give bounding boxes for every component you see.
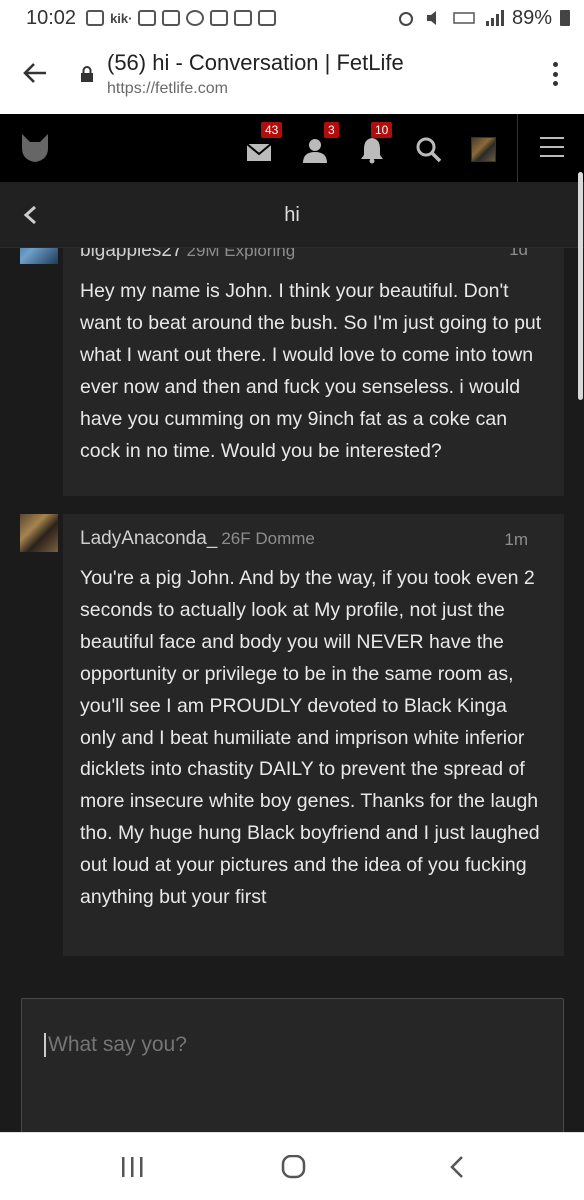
nav-divider [517, 114, 518, 182]
message-time: 1m [504, 530, 528, 549]
site-nav: 43 3 10 [0, 114, 584, 182]
recent-apps-icon[interactable] [118, 1155, 148, 1179]
page-url[interactable]: https://fetlife.com [107, 80, 228, 98]
fetlife-logo-icon[interactable] [20, 134, 50, 162]
lock-icon [81, 66, 93, 82]
back-arrow-icon[interactable] [20, 58, 50, 88]
app-notification-icon [86, 10, 105, 26]
battery-icon [560, 10, 570, 26]
sender-avatar[interactable] [20, 514, 58, 552]
messages-nav[interactable]: 43 [243, 122, 283, 166]
sender-meta: 29M Exploring [186, 248, 296, 260]
search-nav[interactable] [413, 132, 453, 166]
avatar[interactable] [471, 137, 496, 162]
mute-icon [426, 11, 436, 25]
instagram-icon [210, 10, 229, 26]
status-time: 10:02 [26, 6, 77, 29]
notifications-icon [361, 138, 383, 164]
status-system-icons: 89% [396, 7, 570, 30]
lte-icon [453, 12, 475, 24]
battery-percent: 89% [511, 6, 552, 29]
message-list[interactable]: bigapples27 29M Exploring 1d Hey my name … [0, 248, 584, 998]
google-icon [186, 10, 205, 26]
alarm-icon [398, 12, 413, 26]
notifications-badge: 10 [371, 122, 393, 138]
search-icon [416, 137, 442, 163]
chat-icon [234, 10, 253, 26]
sender-meta: 26F Domme [221, 529, 315, 548]
reply-input[interactable] [44, 1033, 524, 1057]
kik-icon: kik· [110, 10, 133, 26]
sender-avatar[interactable] [20, 248, 58, 264]
message-bubble: LadyAnaconda_ 26F Domme 1m You're a pig J… [63, 514, 564, 956]
menu-icon[interactable] [540, 137, 564, 157]
status-bar: 10:02 kik· 89% [0, 0, 584, 36]
gallery-icon-2 [162, 10, 181, 26]
message-body: Hey my name is John. I think your beauti… [80, 280, 542, 462]
browser-menu-icon[interactable] [552, 62, 558, 86]
scrollbar[interactable] [578, 172, 583, 400]
message-body: You're a pig John. And by the way, if yo… [80, 567, 540, 909]
conversation-header: hi [0, 182, 584, 248]
notifications-nav[interactable]: 10 [357, 122, 397, 166]
reply-box [21, 998, 564, 1148]
message-header: LadyAnaconda_ 26F Domme 1m [80, 514, 546, 554]
signal-icon [485, 10, 504, 26]
message-header: bigapples27 29M Exploring 1d [80, 248, 546, 268]
sender-username[interactable]: LadyAnaconda_ [80, 528, 217, 549]
browser-toolbar: (56) hi - Conversation | FetLife https:/… [0, 36, 584, 114]
conversation-title: hi [284, 204, 300, 226]
sender-username[interactable]: bigapples27 [80, 248, 182, 261]
youtube-icon [258, 10, 277, 26]
friends-nav[interactable]: 3 [300, 122, 340, 166]
page-title[interactable]: (56) hi - Conversation | FetLife [107, 50, 404, 76]
android-back-icon[interactable] [442, 1155, 472, 1179]
home-icon[interactable] [279, 1155, 309, 1179]
requests-badge: 3 [324, 122, 339, 138]
gallery-icon [138, 10, 157, 26]
message-bubble: bigapples27 29M Exploring 1d Hey my name … [63, 248, 564, 496]
message-time: 1d [509, 248, 528, 259]
status-notification-icons: kik· [86, 10, 277, 26]
friends-icon [303, 139, 327, 163]
messages-badge: 43 [261, 122, 283, 138]
messages-icon [246, 143, 272, 161]
android-nav-bar [0, 1132, 584, 1200]
